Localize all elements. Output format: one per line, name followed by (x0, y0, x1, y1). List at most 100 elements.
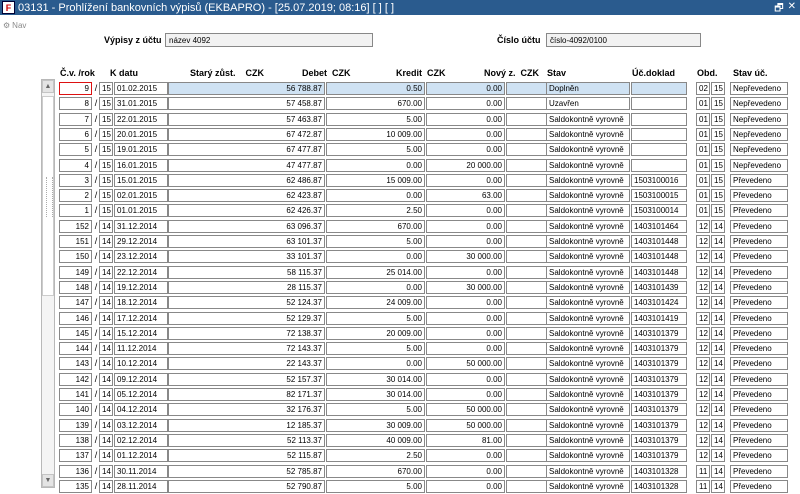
cell-stary[interactable]: 63 096.37 (168, 219, 325, 233)
cell-cv[interactable]: 145 (59, 326, 92, 340)
cell-kredit[interactable]: 0.00 (426, 219, 505, 233)
cell-cv[interactable]: 8 (59, 97, 92, 111)
cell-stav[interactable]: Saldokontně vyrovně (546, 158, 630, 172)
cell-rok[interactable]: 15 (99, 97, 113, 111)
cell-stav[interactable]: Saldokontně vyrovně (546, 204, 630, 218)
cell-cv[interactable]: 9 (59, 82, 92, 95)
cell-obd2[interactable]: 15 (711, 97, 725, 111)
cell-obd1[interactable]: 12 (696, 449, 710, 463)
table-row[interactable]: 7/1522.01.201557 463.875.000.0057 458.87… (59, 112, 789, 127)
cell-date[interactable]: 02.01.2015 (114, 189, 168, 203)
cell-cv[interactable]: 7 (59, 112, 92, 126)
cell-date[interactable]: 10.12.2014 (114, 357, 168, 371)
cell-stavuc[interactable]: Převedeno (730, 250, 788, 264)
cell-cv[interactable]: 142 (59, 372, 92, 386)
cell-cv[interactable]: 6 (59, 127, 92, 141)
cell-stav[interactable]: Saldokontně vyrovně (546, 219, 630, 233)
cell-obd1[interactable]: 01 (696, 158, 710, 172)
cell-obd2[interactable]: 15 (711, 127, 725, 141)
cell-rok[interactable]: 15 (99, 127, 113, 141)
cell-doklad[interactable]: 1403101464 (631, 219, 687, 233)
cell-stavuc[interactable]: Převedeno (730, 357, 788, 371)
cell-cv[interactable]: 1 (59, 204, 92, 218)
cell-debet[interactable]: 5.00 (326, 342, 425, 356)
cell-kredit[interactable]: 0.00 (426, 342, 505, 356)
cell-date[interactable]: 30.11.2014 (114, 464, 168, 478)
cell-obd1[interactable]: 12 (696, 235, 710, 248)
cell-obd2[interactable]: 15 (711, 143, 725, 157)
cell-obd1[interactable]: 12 (696, 250, 710, 264)
cell-kredit[interactable]: 50 000.00 (426, 418, 505, 432)
cell-rok[interactable]: 14 (99, 372, 113, 386)
cell-stary[interactable]: 82 171.37 (168, 388, 325, 401)
cell-date[interactable]: 20.01.2015 (114, 127, 168, 141)
cell-cv[interactable]: 136 (59, 464, 92, 478)
cell-cv[interactable]: 137 (59, 449, 92, 463)
cell-obd1[interactable]: 12 (696, 280, 710, 294)
scroll-up-icon[interactable]: ▲ (42, 80, 54, 93)
cell-debet[interactable]: 2.50 (326, 204, 425, 218)
cell-obd2[interactable]: 14 (711, 250, 725, 264)
cell-kredit[interactable]: 0.00 (426, 479, 505, 493)
table-row[interactable]: 141/1405.12.201482 171.3730 014.000.0052… (59, 387, 789, 402)
table-row[interactable]: 6/1520.01.201567 472.8710 009.000.0057 4… (59, 127, 789, 142)
cell-stav[interactable]: Saldokontně vyrovně (546, 479, 630, 493)
cell-doklad[interactable]: 1403101419 (631, 311, 687, 325)
cell-obd1[interactable]: 01 (696, 127, 710, 141)
cell-kredit[interactable]: 0.00 (426, 97, 505, 111)
cell-obd1[interactable]: 12 (696, 342, 710, 356)
cell-stary[interactable]: 52 113.37 (168, 433, 325, 447)
cell-stav[interactable]: Saldokontně vyrovně (546, 250, 630, 264)
cell-debet[interactable]: 0.00 (326, 280, 425, 294)
cell-doklad[interactable] (631, 97, 687, 111)
cell-kredit[interactable]: 0.00 (426, 265, 505, 279)
cell-kredit[interactable]: 0.00 (426, 311, 505, 325)
cell-rok[interactable]: 15 (99, 112, 113, 126)
cell-obd2[interactable]: 14 (711, 265, 725, 279)
cell-kredit[interactable]: 0.00 (426, 204, 505, 218)
table-row[interactable]: 140/1404.12.201432 176.375.0050 000.0082… (59, 402, 789, 417)
cell-obd2[interactable]: 15 (711, 173, 725, 187)
cell-kredit[interactable]: 0.00 (426, 112, 505, 126)
cell-doklad[interactable]: 1403101424 (631, 296, 687, 310)
cell-stavuc[interactable]: Převedeno (730, 418, 788, 432)
cell-stavuc[interactable]: Převedeno (730, 265, 788, 279)
cell-doklad[interactable]: 1503100014 (631, 204, 687, 218)
cell-kredit[interactable]: 20 000.00 (426, 158, 505, 172)
table-row[interactable]: 5/1519.01.201567 477.875.000.0067 472.87… (59, 142, 789, 157)
cell-cv[interactable]: 135 (59, 479, 92, 493)
cell-cv[interactable]: 140 (59, 403, 92, 417)
cell-rok[interactable]: 14 (99, 326, 113, 340)
cell-date[interactable]: 22.01.2015 (114, 112, 168, 126)
cell-doklad[interactable] (631, 127, 687, 141)
cell-cv[interactable]: 152 (59, 219, 92, 233)
cell-kredit[interactable]: 50 000.00 (426, 403, 505, 417)
cell-debet[interactable]: 5.00 (326, 143, 425, 157)
cell-stary[interactable]: 58 115.37 (168, 265, 325, 279)
cell-stary[interactable]: 47 477.87 (168, 158, 325, 172)
cell-stary[interactable]: 62 486.87 (168, 173, 325, 187)
cell-stavuc[interactable]: Převedeno (730, 388, 788, 401)
cell-stavuc[interactable]: Převedeno (730, 403, 788, 417)
cell-rok[interactable]: 15 (99, 143, 113, 157)
cell-stary[interactable]: 12 185.37 (168, 418, 325, 432)
cell-kredit[interactable]: 0.00 (426, 372, 505, 386)
cell-rok[interactable]: 14 (99, 280, 113, 294)
cell-obd1[interactable]: 12 (696, 418, 710, 432)
cell-cv[interactable]: 143 (59, 357, 92, 371)
cell-rok[interactable]: 14 (99, 219, 113, 233)
cell-obd1[interactable]: 12 (696, 388, 710, 401)
cell-doklad[interactable]: 1403101379 (631, 418, 687, 432)
cell-obd2[interactable]: 14 (711, 479, 725, 493)
cell-date[interactable]: 31.12.2014 (114, 219, 168, 233)
cell-stavuc[interactable]: Nepřevedeno (730, 143, 788, 157)
table-row[interactable]: 3/1515.01.201562 486.8715 009.000.0047 4… (59, 173, 789, 188)
cell-rok[interactable]: 15 (99, 204, 113, 218)
cell-date[interactable]: 05.12.2014 (114, 388, 168, 401)
cell-stary[interactable]: 62 426.37 (168, 204, 325, 218)
cell-stav[interactable]: Saldokontně vyrovně (546, 311, 630, 325)
cell-kredit[interactable]: 0.00 (426, 127, 505, 141)
cell-debet[interactable]: 15 009.00 (326, 173, 425, 187)
cell-debet[interactable]: 0.00 (326, 357, 425, 371)
cell-stary[interactable]: 52 124.37 (168, 296, 325, 310)
